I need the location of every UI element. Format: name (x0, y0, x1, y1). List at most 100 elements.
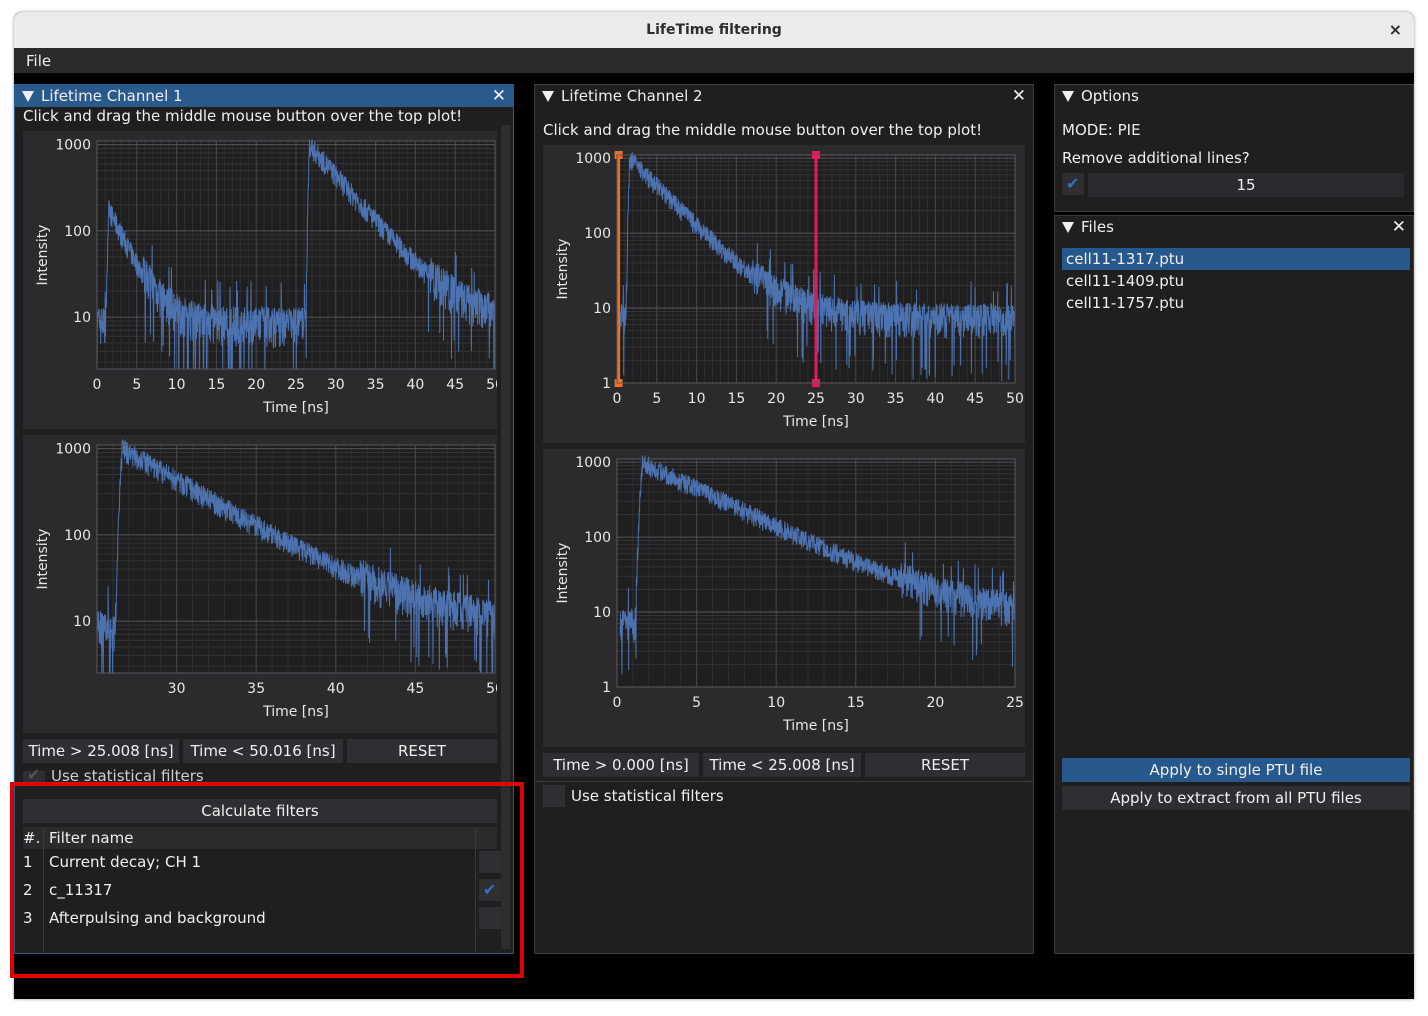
lines-count-input[interactable]: 15 (1088, 173, 1404, 197)
mode-label: MODE: PIE (1062, 121, 1141, 139)
y-tick-label: 1 (602, 376, 611, 392)
row-number: 2 (23, 881, 33, 899)
col-num-header: #. (23, 829, 41, 847)
use-stat-filters-checkbox[interactable] (543, 785, 565, 807)
file-list: cell11-1317.ptu cell11-1409.ptu cell11-1… (1062, 248, 1410, 314)
y-tick-label: 100 (64, 528, 91, 544)
channel1-top-plot[interactable]: 0 5 10 15 20 25 30 35 40 45 50 10 100 1000 Time [ns] In… (23, 131, 497, 429)
x-tick-label: 35 (887, 391, 905, 407)
channel1-scrollbar[interactable] (501, 125, 510, 949)
channel2-top-chart[interactable]: 0 5 10 15 20 25 30 35 40 45 50 1 10 100 1000 Time [ns] I… (543, 145, 1025, 443)
table-row[interactable]: 1 Current decay; CH 1 (23, 851, 501, 879)
x-tick-label: 50 (486, 681, 497, 697)
options-panel: Options MODE: PIE Remove additional line… (1054, 84, 1414, 212)
close-icon[interactable]: ✕ (1392, 216, 1406, 238)
files-title: Files (1081, 218, 1114, 236)
menu-file[interactable]: File (26, 48, 51, 74)
x-tick-label: 0 (613, 695, 622, 711)
time-max-button[interactable]: Time < 25.008 [ns] (703, 753, 861, 777)
options-title: Options (1081, 87, 1139, 105)
y-tick-label: 10 (593, 605, 611, 621)
x-tick-label: 10 (688, 391, 706, 407)
table-row[interactable]: 2 c_11317 ✔ (23, 879, 501, 907)
use-stat-filters-checkbox[interactable]: ✔ (23, 765, 45, 785)
close-icon[interactable]: ✕ (492, 85, 506, 107)
table-row[interactable]: 3 Afterpulsing and background (23, 907, 501, 935)
x-tick-label: 15 (847, 695, 865, 711)
channel2-title: Lifetime Channel 2 (561, 87, 703, 105)
time-min-button[interactable]: Time > 25.008 [ns] (23, 739, 179, 763)
row-filter-name: Current decay; CH 1 (49, 853, 202, 871)
use-stat-filters-label: Use statistical filters (571, 787, 724, 805)
row-checkbox[interactable] (479, 907, 501, 929)
calculate-filters-button[interactable]: Calculate filters (23, 799, 497, 823)
x-tick-label: 50 (1006, 391, 1024, 407)
channel2-instruction: Click and drag the middle mouse button o… (543, 121, 983, 139)
plot-area (97, 445, 495, 673)
collapse-triangle-icon[interactable] (1062, 222, 1074, 233)
channel1-top-chart[interactable]: 0 5 10 15 20 25 30 35 40 45 50 10 100 1000 Time [ns] In… (23, 131, 497, 429)
channel1-bottom-plot: 30 35 40 45 50 10 100 1000 Time [ns] Intensity (23, 435, 497, 733)
x-axis-label: Time [ns] (262, 704, 329, 720)
row-number: 1 (23, 853, 33, 871)
y-tick-label: 10 (73, 310, 91, 326)
remove-lines-label: Remove additional lines? (1062, 149, 1250, 167)
y-axis-label: Intensity (555, 239, 571, 300)
y-tick-label: 1000 (575, 455, 611, 471)
collapse-triangle-icon[interactable] (22, 91, 34, 102)
options-header[interactable]: Options (1055, 85, 1413, 107)
x-tick-label: 10 (767, 695, 785, 711)
row-checkbox[interactable] (479, 851, 501, 873)
remove-lines-checkbox[interactable]: ✔ (1062, 173, 1084, 195)
channel1-title: Lifetime Channel 1 (41, 87, 183, 105)
filter-table-header: #. Filter name (23, 827, 497, 849)
row-number: 3 (23, 909, 33, 927)
y-tick-label: 10 (73, 614, 91, 630)
channel2-header[interactable]: Lifetime Channel 2 ✕ (535, 85, 1033, 107)
file-item[interactable]: cell11-1409.ptu (1062, 270, 1410, 292)
x-axis-label: Time [ns] (782, 718, 849, 734)
window-close-button[interactable]: × (1389, 12, 1402, 48)
y-tick-label: 100 (584, 226, 611, 242)
close-icon[interactable]: ✕ (1012, 85, 1026, 107)
reset-button[interactable]: RESET (865, 753, 1025, 777)
plot-area (617, 459, 1015, 687)
x-tick-label: 30 (847, 391, 865, 407)
x-tick-label: 30 (168, 681, 186, 697)
x-tick-label: 25 (807, 391, 825, 407)
col-name-header: Filter name (49, 829, 134, 847)
file-item[interactable]: cell11-1317.ptu (1062, 248, 1410, 270)
x-tick-label: 0 (613, 391, 622, 407)
apply-all-button[interactable]: Apply to extract from all PTU files (1062, 786, 1410, 810)
x-tick-label: 35 (367, 377, 385, 393)
x-tick-label: 15 (727, 391, 745, 407)
y-tick-label: 1000 (575, 151, 611, 167)
x-tick-label: 45 (966, 391, 984, 407)
y-tick-label: 1000 (55, 442, 91, 458)
channel2-top-plot[interactable]: 0 5 10 15 20 25 30 35 40 45 50 1 10 100 1000 Time [ns] I… (543, 145, 1025, 443)
x-tick-label: 0 (93, 377, 102, 393)
reset-button[interactable]: RESET (347, 739, 497, 763)
x-tick-label: 45 (446, 377, 464, 393)
row-checkbox[interactable]: ✔ (479, 879, 501, 901)
time-max-button[interactable]: Time < 50.016 [ns] (183, 739, 343, 763)
x-tick-label: 50 (486, 377, 497, 393)
channel2-bottom-chart: 0 5 10 15 20 25 1 10 100 1000 Time [ns] Intensity (555, 455, 1024, 734)
collapse-triangle-icon[interactable] (1062, 91, 1074, 102)
collapse-triangle-icon[interactable] (542, 91, 554, 102)
menu-bar: File (14, 48, 1414, 73)
files-header[interactable]: Files ✕ (1055, 216, 1413, 238)
x-tick-label: 25 (1006, 695, 1024, 711)
x-tick-label: 40 (406, 377, 424, 393)
x-tick-label: 40 (327, 681, 345, 697)
x-tick-label: 20 (767, 391, 785, 407)
apply-single-button[interactable]: Apply to single PTU file (1062, 758, 1410, 782)
time-min-button[interactable]: Time > 0.000 [ns] (543, 753, 699, 777)
checkmark-icon: ✔ (1066, 174, 1080, 193)
channel1-header[interactable]: Lifetime Channel 1 ✕ (15, 85, 513, 107)
file-item[interactable]: cell11-1757.ptu (1062, 292, 1410, 314)
x-tick-label: 45 (406, 681, 424, 697)
app-window: LifeTime filtering × File Lifetime Chann… (14, 12, 1414, 999)
channel1-bottom-chart: 30 35 40 45 50 10 100 1000 Time [ns] Intensity (35, 439, 497, 720)
y-tick-label: 1000 (55, 138, 91, 154)
